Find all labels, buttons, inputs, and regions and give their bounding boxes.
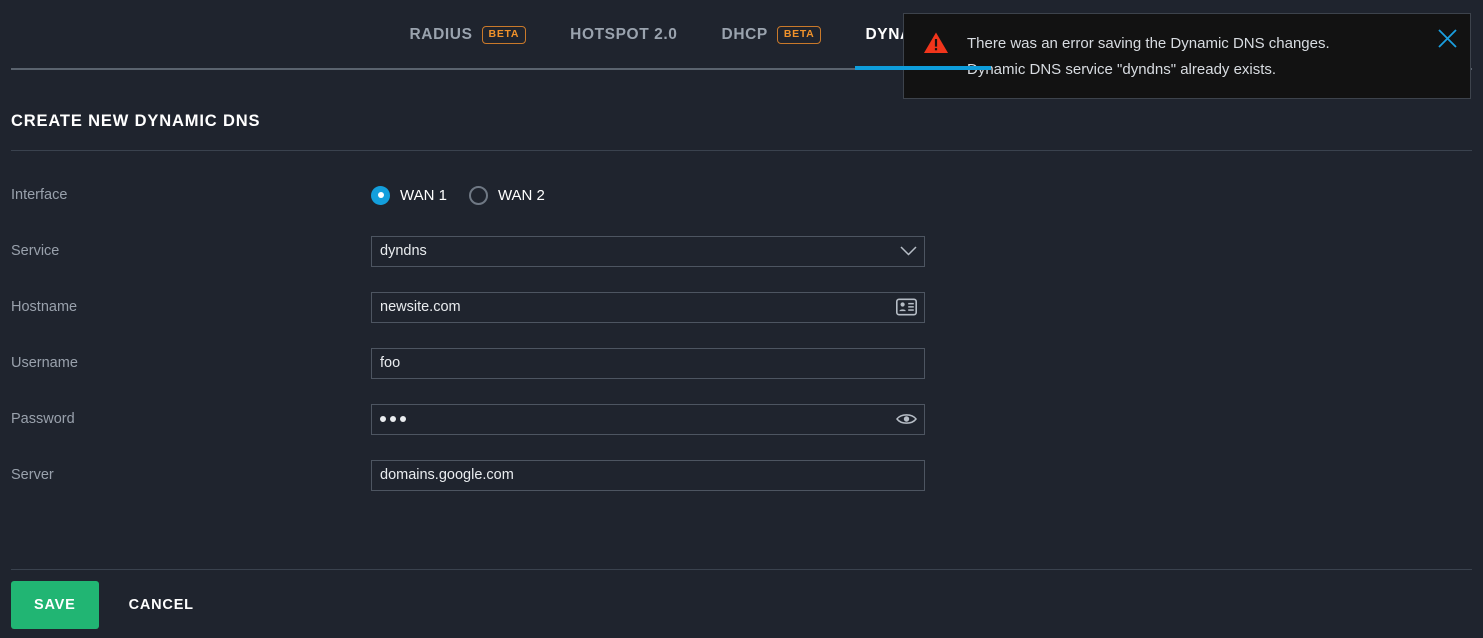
form-actions: SAVE CANCEL — [11, 581, 212, 629]
username-label: Username — [11, 355, 78, 371]
server-input[interactable] — [371, 459, 925, 491]
error-toast-line-2: Dynamic DNS service "dyndns" already exi… — [967, 61, 1277, 78]
tab-hotspot-20[interactable]: HOTSPOT 2.0 — [548, 0, 699, 70]
radio-option-wan-2[interactable]: WAN 2 — [468, 185, 545, 205]
form-row-username: Username — [0, 335, 1483, 391]
form-row-server: Server — [0, 447, 1483, 503]
server-label: Server — [11, 467, 54, 483]
password-label: Password — [11, 411, 75, 427]
service-label: Service — [11, 243, 60, 259]
section-divider — [11, 150, 1472, 151]
hostname-field — [371, 291, 925, 323]
footer-divider — [11, 569, 1472, 570]
radio-option-wan-1[interactable]: WAN 1 — [371, 185, 447, 205]
username-input[interactable] — [371, 347, 925, 379]
close-icon[interactable] — [1437, 28, 1458, 49]
warning-triangle-icon — [923, 31, 949, 60]
error-toast-line-1: There was an error saving the Dynamic DN… — [967, 35, 1330, 52]
tab-radius[interactable]: RADIUS BETA — [388, 0, 549, 70]
error-toast-message: There was an error saving the Dynamic DN… — [967, 31, 1330, 83]
tab-radius-label: RADIUS — [409, 26, 473, 43]
radio-wan-2-label: WAN 2 — [497, 186, 545, 204]
service-select[interactable] — [371, 235, 925, 267]
cancel-button[interactable]: CANCEL — [111, 597, 212, 613]
active-tab-indicator — [855, 66, 992, 70]
form-row-hostname: Hostname — [0, 279, 1483, 335]
radio-wan-1-icon[interactable] — [371, 185, 390, 205]
hostname-input[interactable] — [371, 291, 925, 323]
hostname-label: Hostname — [11, 299, 78, 315]
radio-wan-2-icon[interactable] — [468, 185, 488, 205]
chevron-down-icon[interactable] — [900, 246, 917, 257]
password-masked-value — [380, 416, 406, 422]
contact-card-icon[interactable] — [896, 298, 917, 316]
interface-label: Interface — [11, 187, 68, 203]
dynamic-dns-form: Interface WAN 1 WAN 2 Service dyndns Hos… — [0, 167, 1483, 503]
form-row-service: Service — [0, 223, 1483, 279]
tab-dhcp[interactable]: DHCP BETA — [700, 0, 844, 70]
page-title: CREATE NEW DYNAMIC DNS — [11, 112, 261, 130]
radio-wan-1-label: WAN 1 — [400, 186, 447, 204]
eye-icon[interactable] — [896, 412, 917, 426]
interface-field: WAN 1 WAN 2 — [371, 185, 925, 205]
tab-dhcp-beta-badge: BETA — [776, 26, 822, 44]
password-field — [371, 403, 925, 435]
password-input[interactable] — [371, 403, 925, 435]
tab-radius-beta-badge: BETA — [481, 26, 527, 44]
error-toast: There was an error saving the Dynamic DN… — [903, 13, 1471, 99]
form-row-interface: Interface WAN 1 WAN 2 — [0, 167, 1483, 223]
interface-radio-group: WAN 1 WAN 2 — [371, 185, 925, 205]
form-row-password: Password — [0, 391, 1483, 447]
tab-hotspot-20-label: HOTSPOT 2.0 — [570, 26, 678, 43]
dynamic-dns-settings-page: RADIUS BETA HOTSPOT 2.0 DHCP BETA DYNAMI… — [0, 0, 1483, 638]
save-button[interactable]: SAVE — [11, 581, 99, 629]
tab-dhcp-label: DHCP — [721, 26, 768, 43]
username-field — [371, 347, 925, 379]
service-field — [371, 235, 925, 267]
server-field — [371, 459, 925, 491]
